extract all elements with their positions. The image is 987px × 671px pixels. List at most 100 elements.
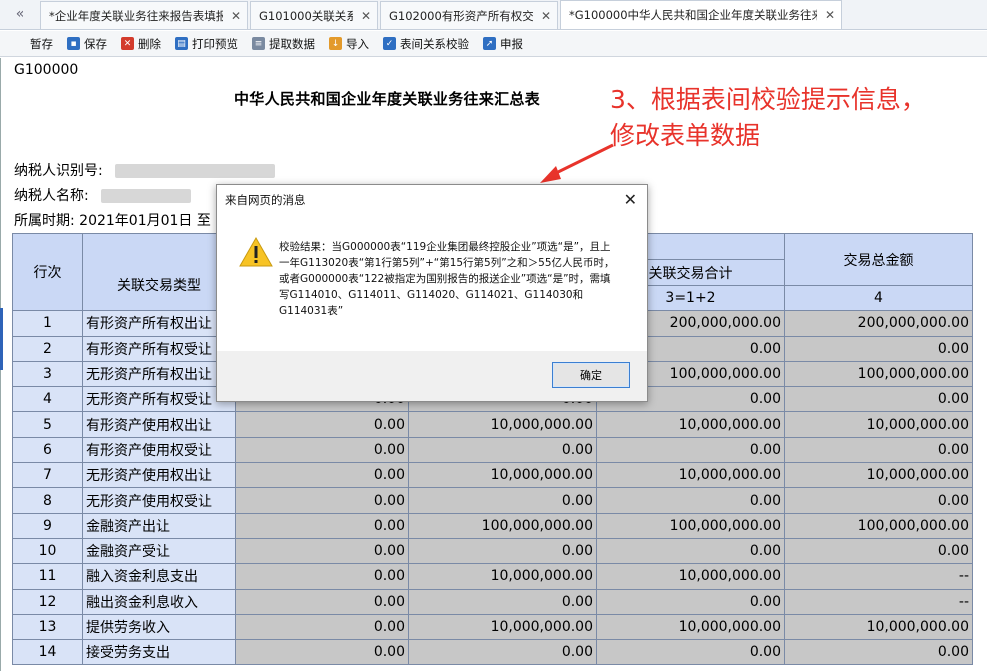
cell-col1[interactable]: 0.00	[235, 462, 409, 489]
import-button[interactable]: ↓ 导入	[329, 36, 369, 52]
row-number: 9	[12, 512, 83, 539]
cell-col1[interactable]: 0.00	[235, 537, 409, 565]
warning-icon	[239, 237, 273, 267]
cell-total[interactable]: --	[784, 563, 973, 590]
message-dialog: 来自网页的消息 ✕ 校验结果：当G000000表“119企业集团最终控股企业”项…	[216, 184, 648, 402]
tab-g100000[interactable]: *G100000中华人民共和国企业年度关联业务往来汇总表 ✕	[560, 0, 842, 29]
cell-sum[interactable]: 0.00	[596, 588, 785, 615]
row-number: 2	[12, 335, 83, 362]
temp-save-button[interactable]: 暂存	[30, 36, 53, 52]
cell-col2[interactable]: 100,000,000.00	[408, 512, 597, 539]
cell-sum[interactable]: 0.00	[596, 537, 785, 565]
taxpayer-name-row: 纳税人名称:	[14, 185, 192, 205]
check-icon: ✓	[383, 37, 396, 50]
cell-col2[interactable]: 10,000,000.00	[408, 563, 597, 590]
header-blank	[82, 233, 236, 260]
cell-sum[interactable]: 10,000,000.00	[596, 613, 785, 641]
print-preview-button[interactable]: ▤ 打印预览	[175, 36, 238, 52]
close-icon[interactable]: ✕	[541, 9, 551, 23]
cell-col2[interactable]: 10,000,000.00	[408, 613, 597, 641]
cell-col2[interactable]: 10,000,000.00	[408, 411, 597, 438]
cell-col1[interactable]: 0.00	[235, 639, 409, 666]
table-row: 12 融出资金利息收入 0.00 0.00 0.00 --	[12, 588, 973, 615]
cell-col1[interactable]: 0.00	[235, 613, 409, 641]
close-icon[interactable]: ✕	[231, 9, 241, 23]
cell-col2[interactable]: 0.00	[408, 639, 597, 666]
submit-button[interactable]: ➚ 申报	[483, 36, 523, 52]
cell-total[interactable]: 100,000,000.00	[784, 360, 973, 388]
cell-col2[interactable]: 0.00	[408, 537, 597, 565]
extract-data-button[interactable]: ≡ 提取数据	[252, 36, 315, 52]
row-number: 4	[12, 386, 83, 413]
table-row: 6 有形资产使用权受让 0.00 0.00 0.00 0.00	[12, 436, 973, 464]
cell-total[interactable]: 10,000,000.00	[784, 462, 973, 489]
cell-total[interactable]: 0.00	[784, 639, 973, 666]
cell-col1[interactable]: 0.00	[235, 487, 409, 514]
period-row: 所属时期: 2021年01月01日 至	[14, 210, 211, 230]
cell-sum[interactable]: 0.00	[596, 639, 785, 666]
row-type: 无形资产所有权受让	[82, 386, 236, 413]
toolbar-label: 申报	[500, 36, 523, 51]
cell-total[interactable]: 0.00	[784, 537, 973, 565]
cell-col2[interactable]: 10,000,000.00	[408, 462, 597, 489]
save-button[interactable]: ▪ 保存	[67, 36, 107, 52]
cell-col2[interactable]: 0.00	[408, 487, 597, 514]
table-row: 13 提供劳务收入 0.00 10,000,000.00 10,000,000.00 10…	[12, 613, 973, 641]
row-type: 有形资产使用权受让	[82, 436, 236, 464]
cell-total[interactable]: 0.00	[784, 335, 973, 362]
cell-col1[interactable]: 0.00	[235, 436, 409, 464]
tab-bar: « *企业年度关联业务往来报告表填报表单 ✕ G101000关联关系表 ✕ G1…	[0, 0, 987, 30]
tab-scroll-left-icon[interactable]: «	[0, 0, 40, 29]
tab-report-form[interactable]: *企业年度关联业务往来报告表填报表单 ✕	[40, 1, 248, 29]
cell-col2[interactable]: 0.00	[408, 436, 597, 464]
cell-sum[interactable]: 0.00	[596, 487, 785, 514]
taxpayer-name-label: 纳税人名称:	[14, 188, 89, 204]
cell-sum[interactable]: 10,000,000.00	[596, 563, 785, 590]
print-icon: ▤	[175, 37, 188, 50]
close-icon[interactable]: ✕	[361, 9, 371, 23]
toolbar-label: 导入	[346, 36, 369, 51]
cell-col1[interactable]: 0.00	[235, 411, 409, 438]
cell-sum[interactable]: 100,000,000.00	[596, 512, 785, 539]
close-icon[interactable]: ✕	[825, 8, 835, 22]
row-type: 有形资产所有权出让	[82, 310, 236, 337]
toolbar-label: 保存	[84, 36, 107, 51]
row-type: 有形资产所有权受让	[82, 335, 236, 362]
cell-col1[interactable]: 0.00	[235, 512, 409, 539]
cell-total[interactable]: 0.00	[784, 487, 973, 514]
row-number: 11	[12, 563, 83, 590]
cell-total[interactable]: 200,000,000.00	[784, 310, 973, 337]
delete-icon: ✕	[121, 37, 134, 50]
tab-g101000[interactable]: G101000关联关系表 ✕	[250, 1, 378, 29]
cell-sum[interactable]: 0.00	[596, 436, 785, 464]
toolbar-label: 暂存	[30, 36, 53, 51]
dialog-title: 来自网页的消息	[225, 193, 306, 207]
cell-total[interactable]: 0.00	[784, 436, 973, 464]
ok-button[interactable]: 确定	[552, 362, 630, 388]
cross-table-check-button[interactable]: ✓ 表间关系校验	[383, 36, 469, 52]
tab-g102000[interactable]: G102000有形资产所有权交易表 ✕	[380, 1, 558, 29]
import-icon: ↓	[329, 37, 342, 50]
cell-total[interactable]: 10,000,000.00	[784, 411, 973, 438]
cell-col1[interactable]: 0.00	[235, 588, 409, 615]
form-code: G100000	[14, 62, 79, 78]
tab-label: *G100000中华人民共和国企业年度关联业务往来汇总表	[569, 8, 817, 22]
cell-sum[interactable]: 10,000,000.00	[596, 411, 785, 438]
cell-total[interactable]: 100,000,000.00	[784, 512, 973, 539]
cell-total[interactable]: 0.00	[784, 386, 973, 413]
redacted-value	[101, 189, 192, 203]
row-type: 金融资产受让	[82, 537, 236, 565]
cell-total[interactable]: 10,000,000.00	[784, 613, 973, 641]
cell-total[interactable]: --	[784, 588, 973, 615]
table-row: 8 无形资产使用权受让 0.00 0.00 0.00 0.00	[12, 487, 973, 514]
close-icon[interactable]: ✕	[624, 190, 637, 209]
cell-col2[interactable]: 0.00	[408, 588, 597, 615]
table-row: 7 无形资产使用权出让 0.00 10,000,000.00 10,000,000.00…	[12, 462, 973, 489]
period-value: 2021年01月01日 至	[79, 213, 211, 229]
annotation-text: 3、根据表间校验提示信息， 修改表单数据	[610, 82, 926, 154]
page-title: 中华人民共和国企业年度关联业务往来汇总表	[234, 90, 541, 108]
row-type: 无形资产使用权受让	[82, 487, 236, 514]
delete-button[interactable]: ✕ 删除	[121, 36, 161, 52]
cell-sum[interactable]: 10,000,000.00	[596, 462, 785, 489]
cell-col1[interactable]: 0.00	[235, 563, 409, 590]
